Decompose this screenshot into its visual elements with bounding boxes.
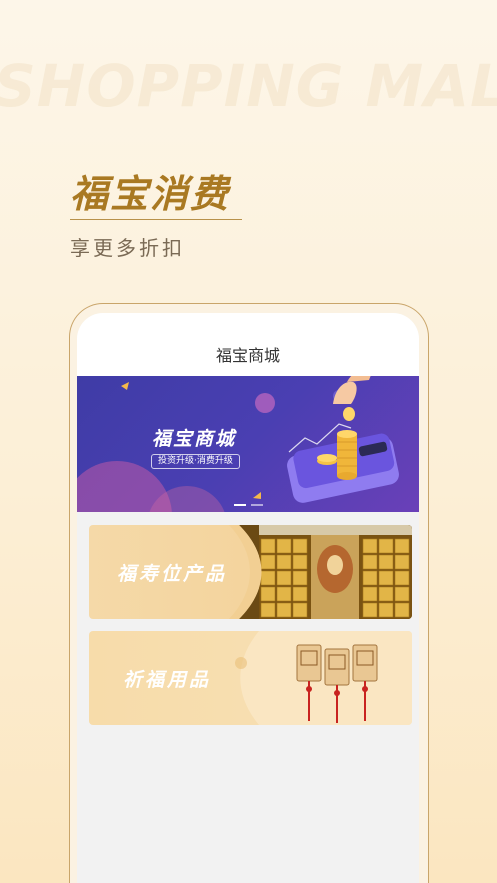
- banner-illustration: [77, 376, 399, 512]
- category-card-memorial[interactable]: 福寿位产品: [89, 525, 412, 619]
- app-navbar: 福宝商城: [77, 313, 419, 376]
- carousel-indicator: [234, 504, 263, 506]
- watermark-text: SHOPPING MALL: [0, 52, 497, 120]
- app-screen: 福宝商城 福宝商城 投资升级·消费升级 福寿位产品 祈福用品: [77, 313, 419, 883]
- carousel-dot[interactable]: [234, 504, 246, 506]
- hero-divider: [70, 219, 242, 220]
- page-title: 福宝商城: [215, 346, 280, 365]
- category-card-blessing[interactable]: 祈福用品: [89, 631, 412, 725]
- carousel-dot[interactable]: [251, 504, 263, 506]
- hero-headline: 福宝消费: [70, 172, 231, 216]
- promo-banner[interactable]: 福宝商城 投资升级·消费升级: [77, 376, 419, 512]
- banner-title: 福宝商城: [152, 428, 237, 450]
- category-label: 祈福用品: [123, 669, 212, 691]
- category-label: 福寿位产品: [117, 563, 228, 585]
- hero-subline: 享更多折扣: [70, 236, 185, 260]
- banner-subtitle: 投资升级·消费升级: [151, 454, 240, 469]
